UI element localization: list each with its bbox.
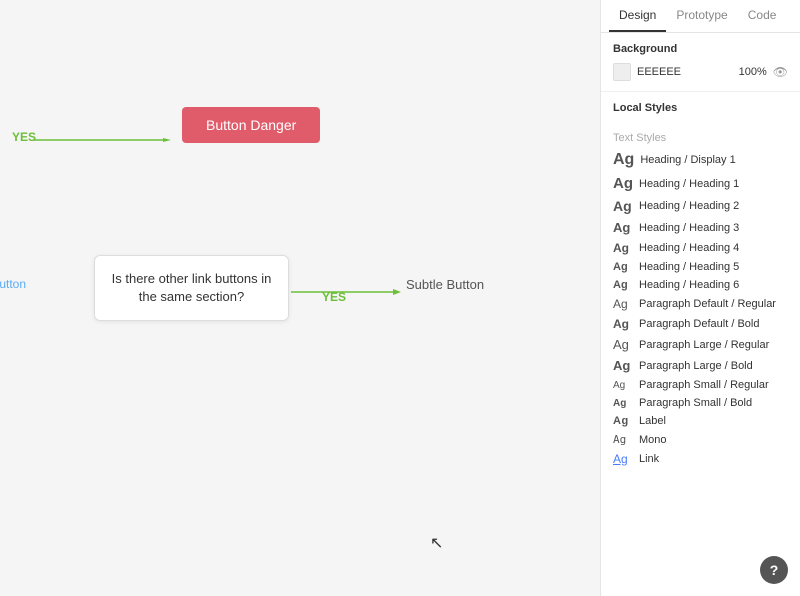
- styles-list: Ag Heading / Display 1 Ag Heading / Heading…: [601, 148, 800, 469]
- style-item-para-small-regular[interactable]: Ag Paragraph Small / Regular: [601, 376, 800, 394]
- tab-prototype[interactable]: Prototype: [666, 0, 737, 32]
- style-name-para-small-regular: Paragraph Small / Regular: [639, 379, 769, 391]
- style-item-link[interactable]: Ag Link: [601, 449, 800, 469]
- button-danger[interactable]: Button Danger: [182, 107, 320, 143]
- style-item-para-default-bold[interactable]: Ag Paragraph Default / Bold: [601, 314, 800, 334]
- background-row: EEEEEE 100% 👁: [613, 63, 788, 81]
- style-item-para-small-bold[interactable]: Ag Paragraph Small / Bold: [601, 394, 800, 412]
- local-styles-title: Local Styles: [613, 102, 788, 114]
- style-item-heading-h2[interactable]: Ag Heading / Heading 2: [601, 195, 800, 217]
- yes-arrow: [33, 136, 173, 144]
- right-panel: Design Prototype Code Background EEEEEE …: [600, 0, 800, 596]
- style-name-heading-h2: Heading / Heading 2: [639, 200, 739, 212]
- style-name-link: Link: [639, 453, 659, 465]
- style-ag-para-large-bold: Ag: [613, 358, 633, 373]
- local-styles-section: Local Styles: [601, 92, 800, 126]
- visibility-icon[interactable]: 👁: [773, 65, 788, 79]
- style-ag-heading-h3: Ag: [613, 220, 633, 235]
- style-item-heading-h4[interactable]: Ag Heading / Heading 4: [601, 238, 800, 258]
- help-button[interactable]: ?: [760, 556, 788, 584]
- style-item-heading-h1[interactable]: Ag Heading / Heading 1: [601, 172, 800, 195]
- cursor-icon: ↖: [430, 533, 443, 553]
- style-item-heading-h5[interactable]: Ag Heading / Heading 5: [601, 258, 800, 276]
- style-name-label: Label: [639, 415, 666, 427]
- panel-tabs: Design Prototype Code: [601, 0, 800, 33]
- style-item-para-large-bold[interactable]: Ag Paragraph Large / Bold: [601, 355, 800, 376]
- style-ag-para-small-regular: Ag: [613, 380, 633, 391]
- canvas: YES Button Danger k Button Is there othe…: [0, 0, 600, 596]
- background-title: Background: [613, 43, 788, 55]
- style-name-para-default-regular: Paragraph Default / Regular: [639, 298, 776, 310]
- style-ag-para-large-regular: Ag: [613, 337, 633, 352]
- background-section: Background EEEEEE 100% 👁: [601, 33, 800, 92]
- style-item-para-default-regular[interactable]: Ag Paragraph Default / Regular: [601, 294, 800, 314]
- link-button-partial[interactable]: k Button: [0, 277, 26, 291]
- style-ag-label: Ag: [613, 415, 633, 427]
- style-ag-para-default-bold: Ag: [613, 317, 633, 331]
- style-ag-heading-h5: Ag: [613, 261, 633, 273]
- style-ag-heading-h1: Ag: [613, 175, 633, 192]
- style-name-heading-h5: Heading / Heading 5: [639, 261, 739, 273]
- style-ag-heading-h2: Ag: [613, 198, 633, 214]
- style-item-mono[interactable]: Ag Mono: [601, 430, 800, 449]
- tab-code[interactable]: Code: [738, 0, 787, 32]
- style-ag-heading-h4: Ag: [613, 241, 633, 255]
- style-name-para-large-regular: Paragraph Large / Regular: [639, 339, 769, 351]
- style-name-heading-h6: Heading / Heading 6: [639, 279, 739, 291]
- style-name-mono: Mono: [639, 434, 667, 446]
- style-ag-heading-display: Ag: [613, 151, 634, 169]
- style-item-para-large-regular[interactable]: Ag Paragraph Large / Regular: [601, 334, 800, 355]
- style-ag-para-small-bold: Ag: [613, 398, 633, 409]
- tab-design[interactable]: Design: [609, 0, 666, 32]
- style-name-para-small-bold: Paragraph Small / Bold: [639, 397, 752, 409]
- style-item-label[interactable]: Ag Label: [601, 412, 800, 430]
- yes-arrow-2: [291, 288, 403, 296]
- style-item-heading-h6[interactable]: Ag Heading / Heading 6: [601, 276, 800, 294]
- style-item-heading-h3[interactable]: Ag Heading / Heading 3: [601, 217, 800, 238]
- style-name-heading-display: Heading / Display 1: [640, 154, 735, 166]
- style-ag-mono: Ag: [613, 433, 633, 446]
- background-hex: EEEEEE: [637, 66, 729, 78]
- question-text: Is there other link buttons in the same …: [112, 271, 272, 304]
- background-opacity: 100%: [735, 66, 767, 78]
- yes-label-bottom: YES: [322, 290, 346, 304]
- text-styles-label: Text Styles: [601, 126, 800, 148]
- background-swatch[interactable]: [613, 63, 631, 81]
- style-item-heading-display[interactable]: Ag Heading / Display 1: [601, 148, 800, 172]
- style-ag-para-default-regular: Ag: [613, 297, 633, 311]
- yes-label-top: YES: [12, 130, 36, 144]
- subtle-button[interactable]: Subtle Button: [406, 277, 484, 292]
- style-name-heading-h4: Heading / Heading 4: [639, 242, 739, 254]
- question-box: Is there other link buttons in the same …: [94, 255, 289, 321]
- style-ag-link: Ag: [613, 452, 633, 466]
- style-name-heading-h1: Heading / Heading 1: [639, 178, 739, 190]
- style-name-para-large-bold: Paragraph Large / Bold: [639, 360, 753, 372]
- style-name-para-default-bold: Paragraph Default / Bold: [639, 318, 759, 330]
- style-name-heading-h3: Heading / Heading 3: [639, 222, 739, 234]
- style-ag-heading-h6: Ag: [613, 279, 633, 291]
